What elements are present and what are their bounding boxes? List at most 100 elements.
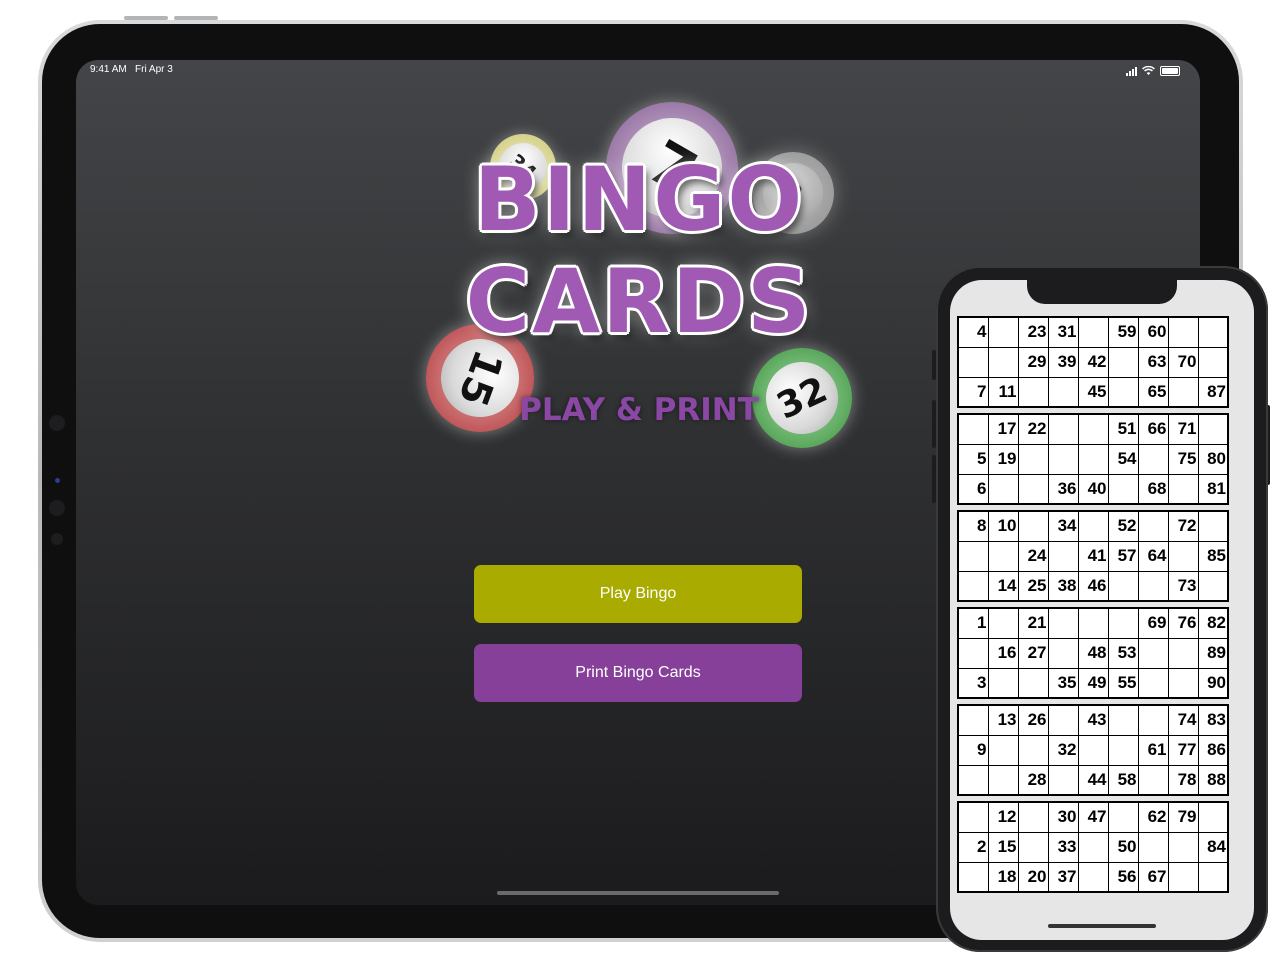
bingo-card-cell: 68 xyxy=(1137,473,1169,505)
bingo-card-cell: 52 xyxy=(1107,510,1139,542)
bingo-card-row: 2 15 33 50 84 xyxy=(957,831,1229,863)
bingo-card-cell: 9 xyxy=(957,734,989,766)
print-bingo-cards-button[interactable]: Print Bingo Cards xyxy=(474,644,802,702)
microphone-icon xyxy=(51,533,63,545)
bingo-card-cell: 56 xyxy=(1107,861,1139,893)
bingo-card-cell xyxy=(1167,637,1199,669)
iphone-notch xyxy=(1027,280,1177,304)
cellular-signal-icon xyxy=(1126,66,1137,76)
bingo-card-cell: 25 xyxy=(1017,570,1049,602)
bingo-card-cell: 10 xyxy=(987,510,1019,542)
bingo-card-cell: 66 xyxy=(1137,413,1169,445)
bingo-card-cell xyxy=(1167,376,1199,408)
bingo-card-row: 28 44 58 78 88 xyxy=(957,764,1229,796)
bingo-card-cell xyxy=(1137,667,1169,699)
bingo-card-cell xyxy=(1047,376,1079,408)
bingo-card-cell xyxy=(1017,376,1049,408)
bingo-card-cell xyxy=(1197,413,1229,445)
bingo-card-cell: 88 xyxy=(1197,764,1229,796)
bingo-card-cell: 78 xyxy=(1167,764,1199,796)
bingo-card-cell xyxy=(957,801,989,833)
bingo-card-row: 8 10 34 52 72 xyxy=(957,510,1229,542)
bingo-card-cell xyxy=(1167,473,1199,505)
bingo-card-cell: 37 xyxy=(1047,861,1079,893)
bingo-card-cell: 35 xyxy=(1047,667,1079,699)
logo-title-cards: CARDS xyxy=(465,250,813,353)
bingo-card-cell xyxy=(957,861,989,893)
bingo-card-cell: 55 xyxy=(1107,667,1139,699)
bingo-card-cell xyxy=(957,540,989,572)
bingo-card-cell xyxy=(1167,540,1199,572)
bingo-card-cell xyxy=(1167,861,1199,893)
bingo-card-cell xyxy=(957,570,989,602)
bingo-card-cell xyxy=(1017,443,1049,475)
bingo-card-cell xyxy=(957,637,989,669)
bingo-card-cell: 8 xyxy=(957,510,989,542)
bingo-card-cell: 23 xyxy=(1017,316,1049,348)
play-bingo-button[interactable]: Play Bingo xyxy=(474,565,802,623)
bingo-card-cell xyxy=(987,734,1019,766)
bingo-card-row: 9 32 61 77 86 xyxy=(957,734,1229,766)
bingo-card-cell xyxy=(1017,667,1049,699)
bingo-card-cell: 24 xyxy=(1017,540,1049,572)
bingo-card-cell: 85 xyxy=(1197,540,1229,572)
bingo-card-cell xyxy=(1197,316,1229,348)
bingo-card-cell xyxy=(1137,637,1169,669)
bingo-card-cell: 2 xyxy=(957,831,989,863)
bingo-card-cell xyxy=(987,764,1019,796)
bingo-card-cell: 30 xyxy=(1047,801,1079,833)
bingo-card-cell: 57 xyxy=(1107,540,1139,572)
bingo-card-row: 17 22 51 66 71 xyxy=(957,413,1229,445)
camera-sensor xyxy=(55,478,60,483)
bingo-card-cell: 72 xyxy=(1167,510,1199,542)
bingo-card-cell xyxy=(1047,540,1079,572)
bingo-card-row: 18 20 37 56 67 xyxy=(957,861,1229,893)
bingo-card-row: 3 35 49 55 90 xyxy=(957,667,1229,699)
bingo-card-cell: 26 xyxy=(1017,704,1049,736)
bingo-card-row: 6 36 40 68 81 xyxy=(957,473,1229,505)
bingo-card-cell xyxy=(1017,473,1049,505)
bingo-card-cell: 27 xyxy=(1017,637,1049,669)
bingo-card-cell: 65 xyxy=(1137,376,1169,408)
bingo-card-cell: 54 xyxy=(1107,443,1139,475)
bingo-card-cell: 11 xyxy=(987,376,1019,408)
bingo-card: 8 10 34 52 72 24 41 57 64 85 14 25 38 46 73 xyxy=(957,510,1229,602)
bingo-card-cell: 29 xyxy=(1017,346,1049,378)
bingo-card-cell: 44 xyxy=(1077,764,1109,796)
bingo-card-cell xyxy=(1107,473,1139,505)
bingo-card-cell: 40 xyxy=(1077,473,1109,505)
wifi-icon xyxy=(1142,66,1155,75)
bingo-card-cell xyxy=(1197,510,1229,542)
camera-icon xyxy=(49,415,65,431)
bingo-card-row: 7 11 45 65 87 xyxy=(957,376,1229,408)
bingo-card-cell: 42 xyxy=(1077,346,1109,378)
bingo-card-cell xyxy=(1167,831,1199,863)
bingo-card: 13 26 43 74 83 9 32 61 77 86 28 44 58 78 88 xyxy=(957,704,1229,796)
status-bar-indicators xyxy=(1126,66,1180,76)
bingo-card-cell: 22 xyxy=(1017,413,1049,445)
bingo-card: 12 30 47 62 79 2 15 33 50 84 18 20 37 56 67 xyxy=(957,801,1229,893)
bingo-card-cell: 64 xyxy=(1137,540,1169,572)
bingo-card-cell: 49 xyxy=(1077,667,1109,699)
bingo-card-cell: 5 xyxy=(957,443,989,475)
bingo-card-cell: 70 xyxy=(1167,346,1199,378)
bingo-card-cell xyxy=(1077,316,1109,348)
bingo-card-cell xyxy=(1077,861,1109,893)
bingo-card-cell xyxy=(1107,734,1139,766)
bingo-card-cell xyxy=(1077,413,1109,445)
app-logo: 7 34 8 15 32 BINGO CARDS PLAY & PRINT xyxy=(414,99,864,448)
bingo-card: 1 21 69 76 82 16 27 48 53 89 3 35 49 55 90 xyxy=(957,607,1229,699)
bingo-card-cell xyxy=(1077,734,1109,766)
home-indicator[interactable] xyxy=(497,891,779,895)
bingo-card-cell: 90 xyxy=(1197,667,1229,699)
home-indicator[interactable] xyxy=(1048,924,1156,928)
bingo-card-cell xyxy=(987,540,1019,572)
bingo-card-cell xyxy=(1017,801,1049,833)
bingo-card-cell xyxy=(1167,667,1199,699)
bingo-card-row: 16 27 48 53 89 xyxy=(957,637,1229,669)
bingo-card-cell: 76 xyxy=(1167,607,1199,639)
bingo-card-cell: 36 xyxy=(1047,473,1079,505)
bingo-card-cell: 33 xyxy=(1047,831,1079,863)
bingo-card-cell: 83 xyxy=(1197,704,1229,736)
bingo-card-cell xyxy=(1197,861,1229,893)
